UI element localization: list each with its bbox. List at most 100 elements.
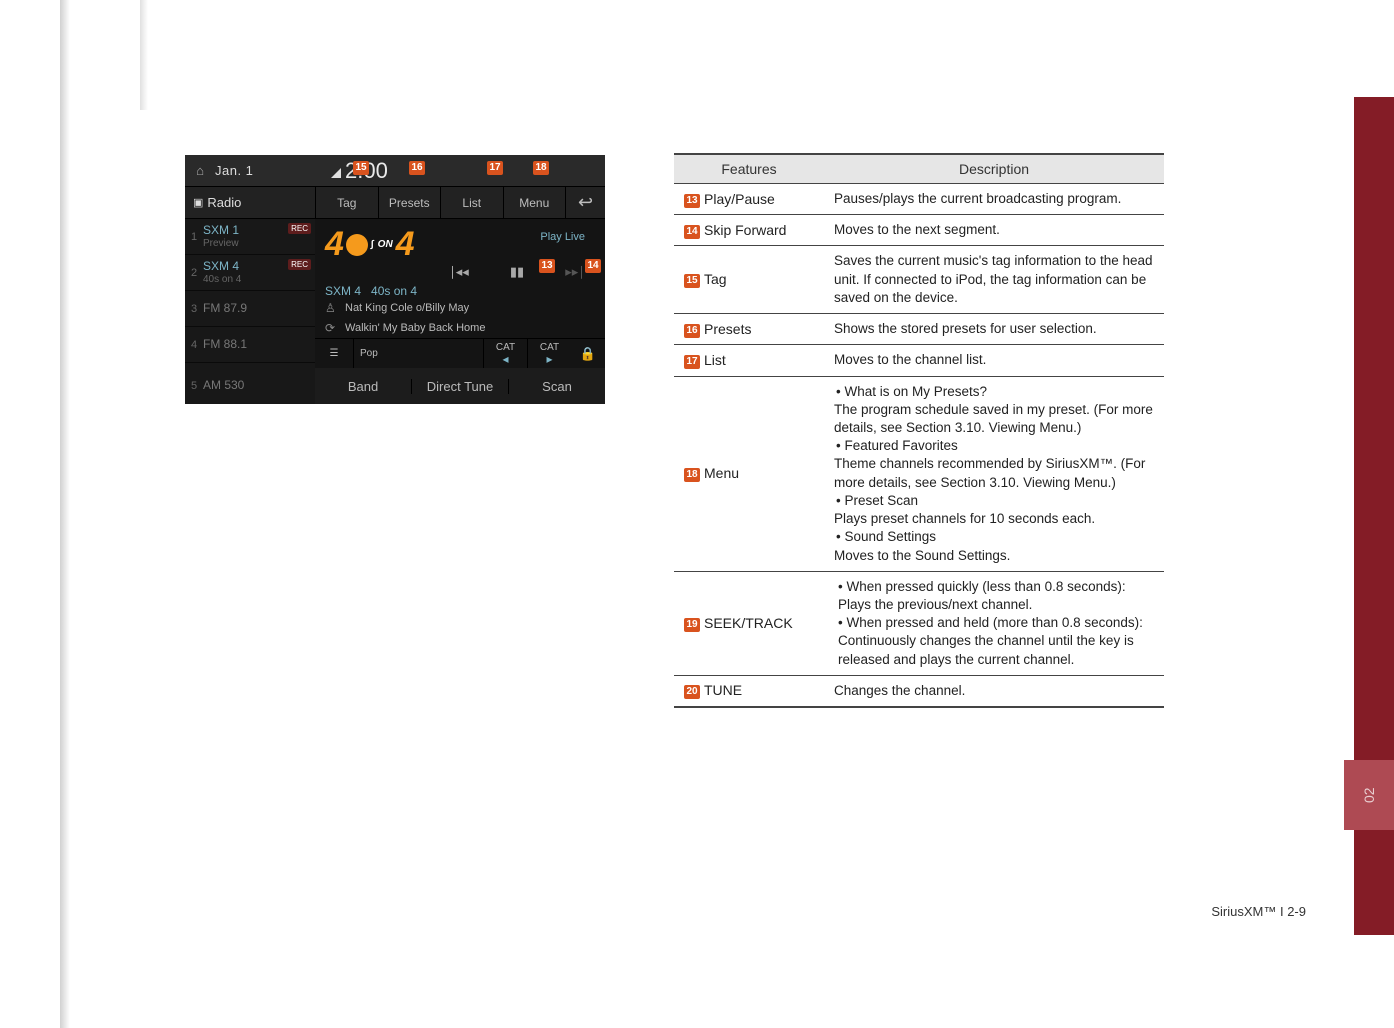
callout-16: 16 [409, 161, 425, 175]
preset-num: 2 [185, 267, 203, 279]
desc-18: What is on My Presets? The program sched… [824, 376, 1164, 571]
channel-id: SXM 4 [325, 284, 361, 298]
preset-row-1[interactable]: 1 SXM 1 Preview REC [185, 219, 315, 255]
num-badge-19: 19 [684, 618, 700, 632]
table-row: 19 SEEK/TRACK When pressed quickly (less … [674, 571, 1164, 675]
preset-row-5[interactable]: 5 AM 530 [185, 368, 315, 404]
feat-19: SEEK/TRACK [704, 615, 793, 631]
chapter-tab: 02 [1344, 760, 1394, 830]
menu-text: Moves to the Sound Settings. [834, 547, 1154, 565]
menu-text: The program schedule saved in my preset.… [834, 401, 1154, 437]
page-footer: SiriusXM™ I 2-9 [1211, 904, 1306, 919]
table-row: 17List Moves to the channel list. [674, 345, 1164, 376]
prev-track-icon[interactable]: ∣◂◂ [447, 264, 471, 280]
cat-next-button[interactable]: CAT▸ [527, 339, 571, 368]
table-row: 14 Skip Forward Moves to the next segment… [674, 215, 1164, 246]
table-row: 18 Menu What is on My Presets? The progra… [674, 376, 1164, 571]
category-genre: Pop [353, 339, 483, 368]
channel-big-left: 4 [325, 225, 344, 264]
desc-17: Moves to the channel list. [824, 345, 1164, 376]
preset-num: 4 [185, 339, 203, 351]
num-badge-20: 20 [684, 685, 700, 699]
track-text: Walkin' My Baby Back Home [345, 322, 485, 334]
rec-badge: REC [288, 223, 311, 234]
rec-badge: REC [288, 259, 311, 270]
preset-main: SXM 1 [203, 224, 239, 237]
band-button[interactable]: Band [315, 379, 411, 394]
col-description: Description [824, 154, 1164, 184]
preset-sub: 40s on 4 [203, 274, 241, 285]
feat-13: Play/Pause [704, 191, 775, 207]
back-button[interactable]: ↩ [565, 187, 605, 218]
list-button[interactable]: List [440, 187, 503, 218]
num-badge-14: 14 [684, 225, 700, 239]
menu-text: Plays preset channels for 10 seconds eac… [834, 510, 1154, 528]
callout-18: 18 [533, 161, 549, 175]
feat-14: Skip Forward [704, 222, 786, 238]
callout-14: 14 [585, 259, 601, 273]
num-badge-13: 13 [684, 194, 700, 208]
desc-15: Saves the current music's tag informatio… [824, 246, 1164, 314]
play-live-button[interactable]: Play Live [540, 225, 595, 243]
preset-row-3[interactable]: 3 FM 87.9 [185, 291, 315, 327]
features-table: Features Description 13 Play/Pause Pauses… [674, 153, 1164, 708]
seek-bullet: When pressed quickly (less than 0.8 seco… [838, 578, 1154, 614]
seek-bullet: When pressed and held (more than 0.8 sec… [838, 614, 1154, 669]
radio-title-text: Radio [207, 195, 241, 210]
preset-list: 1 SXM 1 Preview REC 2 SXM 4 40s on 4 REC… [185, 219, 315, 368]
preset-num: 3 [185, 303, 203, 315]
category-genre-icon: ☰ [315, 339, 353, 368]
lock-icon[interactable]: 🔒 [571, 346, 605, 362]
preset-main: SXM 4 [203, 260, 241, 273]
artist-text: Nat King Cole o/Billy May [345, 302, 469, 314]
on-text: ON [378, 239, 393, 250]
desc-20: Changes the channel. [824, 675, 1164, 707]
page-binding-shadow-top [140, 0, 148, 110]
cat-prev-button[interactable]: CAT◂ [483, 339, 527, 368]
preset-row-4[interactable]: 4 FM 88.1 [185, 327, 315, 363]
radio-icon: ▣ [193, 196, 203, 209]
direct-tune-button[interactable]: Direct Tune [411, 379, 508, 394]
next-track-icon[interactable]: ▸▸∣ [563, 264, 587, 280]
preset-main: AM 530 [203, 379, 244, 392]
artist-icon: ♙ [325, 301, 339, 315]
globe-icon [346, 234, 368, 256]
channel-name: 40s on 4 [371, 284, 417, 298]
feat-15: Tag [704, 271, 727, 287]
feat-17: List [704, 352, 726, 368]
preset-num: 5 [185, 380, 203, 392]
desc-13: Pauses/plays the current broadcasting pr… [824, 184, 1164, 215]
preset-row-2[interactable]: 2 SXM 4 40s on 4 REC [185, 255, 315, 291]
tag-button[interactable]: Tag [315, 187, 378, 218]
now-playing-pane: 4 ∫ ON 4 Play Live ∣◂◂ ▮▮ ▸▸∣ SXM 4 40s … [315, 219, 605, 368]
feat-20: TUNE [704, 682, 742, 698]
table-row: 20 TUNE Changes the channel. [674, 675, 1164, 707]
pause-icon[interactable]: ▮▮ [505, 264, 529, 280]
col-features: Features [674, 154, 824, 184]
feat-16: Presets [704, 321, 751, 337]
preset-main: FM 87.9 [203, 302, 247, 315]
num-badge-16: 16 [684, 324, 700, 338]
preset-main: FM 88.1 [203, 338, 247, 351]
channel-big-right: 4 [396, 225, 415, 264]
presets-button[interactable]: Presets [378, 187, 441, 218]
preset-sub: Preview [203, 238, 239, 249]
home-icon[interactable]: ⌂ [185, 163, 215, 178]
menu-bullet: Sound Settings [836, 528, 1154, 546]
num-badge-15: 15 [684, 274, 700, 288]
callout-17: 17 [487, 161, 503, 175]
callout-13: 13 [539, 259, 555, 273]
desc-19: When pressed quickly (less than 0.8 seco… [824, 571, 1164, 675]
num-badge-18: 18 [684, 468, 700, 482]
desc-14: Moves to the next segment. [824, 215, 1164, 246]
scan-button[interactable]: Scan [508, 379, 605, 394]
desc-16: Shows the stored presets for user select… [824, 314, 1164, 345]
menu-text: Theme channels recommended by SiriusXM™.… [834, 455, 1154, 491]
page-binding-shadow [60, 0, 70, 1028]
table-row: 15 Tag Saves the current music's tag info… [674, 246, 1164, 314]
feat-18: Menu [704, 465, 739, 481]
table-row: 13 Play/Pause Pauses/plays the current br… [674, 184, 1164, 215]
callout-15: 15 [353, 161, 369, 175]
preset-num: 1 [185, 231, 203, 243]
menu-button[interactable]: Menu [503, 187, 566, 218]
